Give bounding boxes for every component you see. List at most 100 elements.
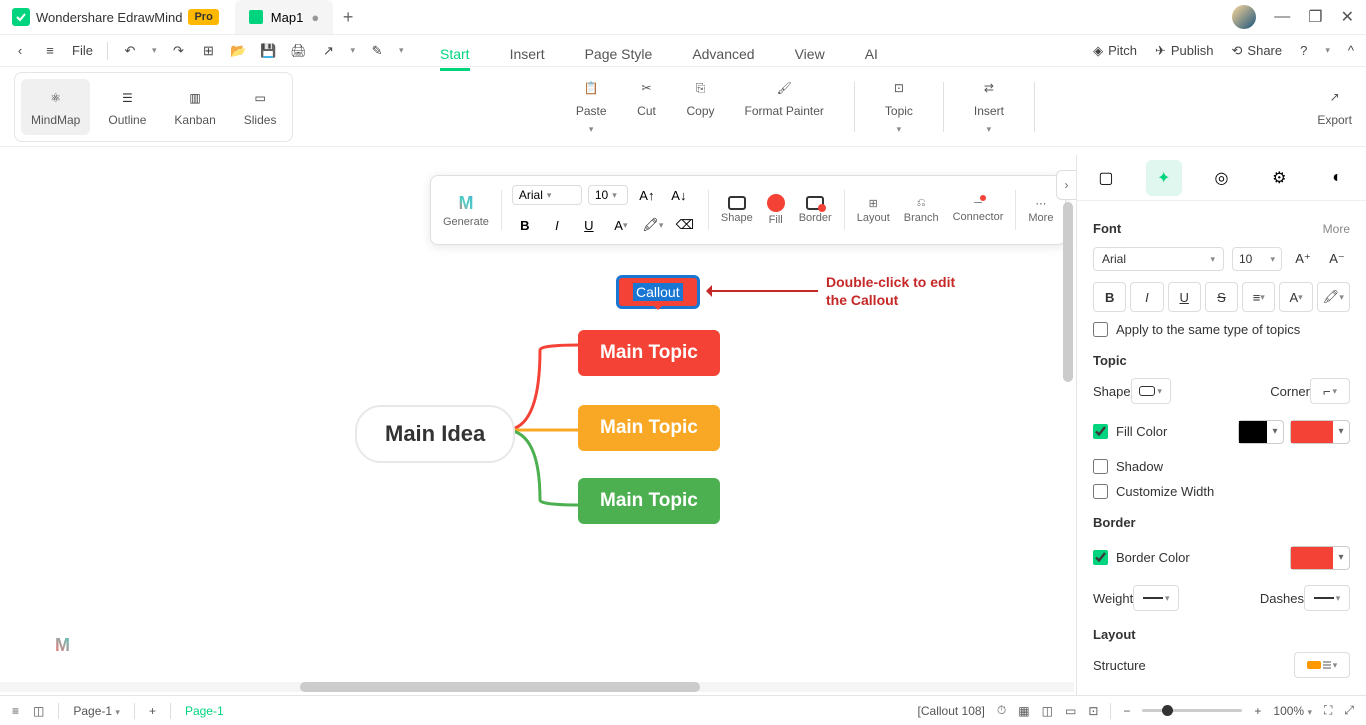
insert-button[interactable]: ⇄Insert▾ bbox=[974, 78, 1004, 135]
topic-node-1[interactable]: Main Topic bbox=[578, 330, 720, 376]
export-button[interactable]: ↗ bbox=[320, 43, 336, 59]
vertical-scrollbar[interactable] bbox=[1063, 202, 1073, 680]
panel-decrease-font[interactable]: A⁻ bbox=[1324, 246, 1350, 272]
topic-node-2[interactable]: Main Topic bbox=[578, 405, 720, 451]
customize-width-check[interactable]: Customize Width bbox=[1093, 484, 1350, 499]
connector-button[interactable]: ─Connector bbox=[947, 197, 1010, 223]
more-button[interactable]: ⋯More bbox=[1022, 197, 1059, 224]
page-select[interactable]: Page-1 ▾ bbox=[73, 704, 120, 718]
corner-select[interactable]: ⌐▾ bbox=[1310, 378, 1350, 404]
format-painter-button[interactable]: 🖌Format Painter bbox=[745, 78, 824, 135]
panel-font-family[interactable]: Arial▾ bbox=[1093, 247, 1224, 271]
copy-button[interactable]: ⎘Copy bbox=[687, 78, 715, 135]
panel-underline[interactable]: U bbox=[1168, 282, 1201, 312]
share-button[interactable]: ⟲Share bbox=[1232, 43, 1283, 59]
timer-icon[interactable]: ⏱ bbox=[997, 703, 1006, 718]
app-tab[interactable]: Wondershare EdrawMind Pro bbox=[0, 0, 231, 34]
font-more[interactable]: More bbox=[1323, 222, 1350, 236]
view-mindmap[interactable]: ⚛MindMap bbox=[21, 79, 90, 135]
font-color-button[interactable]: A▾ bbox=[608, 212, 634, 238]
edit-button[interactable]: ✎ bbox=[369, 43, 385, 59]
redo-button[interactable]: ↷ bbox=[170, 43, 186, 59]
paste-button[interactable]: 📋Paste▾ bbox=[576, 78, 607, 135]
menu-icon[interactable]: ≡ bbox=[42, 43, 58, 59]
panel-align[interactable]: ≡▾ bbox=[1242, 282, 1275, 312]
panel-strike[interactable]: S bbox=[1205, 282, 1238, 312]
panel-tab-history[interactable]: ◐ bbox=[1319, 160, 1355, 196]
panel-tab-outline[interactable]: ▢ bbox=[1088, 160, 1124, 196]
panel-font-color[interactable]: A▾ bbox=[1279, 282, 1312, 312]
add-page-button[interactable]: + bbox=[149, 704, 156, 718]
panel-tab-map[interactable]: ◎ bbox=[1203, 160, 1239, 196]
tab-advanced[interactable]: Advanced bbox=[692, 40, 754, 71]
apply-same-check[interactable]: Apply to the same type of topics bbox=[1093, 322, 1350, 337]
italic-button[interactable]: I bbox=[544, 212, 570, 238]
tab-page-style[interactable]: Page Style bbox=[585, 40, 653, 71]
export-ribbon-button[interactable]: ↗Export bbox=[1317, 87, 1352, 127]
increase-font-button[interactable]: A↑ bbox=[634, 182, 660, 208]
open-button[interactable]: 📂 bbox=[230, 43, 246, 59]
outline-toggle[interactable]: ≡ bbox=[12, 704, 19, 718]
tab-ai[interactable]: AI bbox=[865, 40, 878, 71]
callout-node[interactable]: Callout bbox=[616, 275, 700, 309]
fullscreen-icon[interactable]: ⤢ bbox=[1344, 703, 1354, 718]
branch-button[interactable]: ⎌Branch bbox=[898, 197, 945, 224]
collapse-ribbon-button[interactable]: ^ bbox=[1348, 43, 1354, 58]
tab-insert[interactable]: Insert bbox=[510, 40, 545, 71]
layout-button[interactable]: ⊞Layout bbox=[851, 197, 896, 224]
view-outline[interactable]: ☰Outline bbox=[98, 79, 156, 135]
back-button[interactable]: ‹ bbox=[12, 43, 28, 59]
panel-highlight[interactable]: 🖍▾ bbox=[1317, 282, 1350, 312]
border-button[interactable]: Border bbox=[793, 196, 838, 224]
shadow-check[interactable]: Shadow bbox=[1093, 459, 1350, 474]
decrease-font-button[interactable]: A↓ bbox=[666, 182, 692, 208]
save-button[interactable]: 💾 bbox=[260, 43, 276, 59]
view-kanban[interactable]: ▥Kanban bbox=[164, 79, 225, 135]
file-menu[interactable]: File bbox=[72, 43, 93, 58]
horizontal-scrollbar[interactable] bbox=[0, 682, 1074, 692]
tab-view[interactable]: View bbox=[795, 40, 825, 71]
cut-button[interactable]: ✂Cut bbox=[637, 78, 657, 135]
close-button[interactable]: ✕ bbox=[1341, 7, 1354, 27]
avatar[interactable] bbox=[1232, 5, 1256, 29]
help-button[interactable]: ? bbox=[1300, 43, 1307, 58]
border-color-check[interactable]: Border Color bbox=[1093, 550, 1190, 565]
shape-button[interactable]: Shape bbox=[715, 196, 759, 224]
zoom-in[interactable]: + bbox=[1254, 704, 1261, 718]
panel-italic[interactable]: I bbox=[1130, 282, 1163, 312]
doc-tab[interactable]: Map1 ● bbox=[235, 0, 333, 34]
zoom-out[interactable]: − bbox=[1123, 704, 1130, 718]
border-color-select[interactable]: ▾ bbox=[1290, 546, 1350, 570]
weight-select[interactable]: ▾ bbox=[1133, 585, 1179, 611]
zoom-slider[interactable] bbox=[1142, 709, 1242, 712]
maximize-button[interactable]: ❐ bbox=[1308, 7, 1322, 27]
panel-collapse-button[interactable]: › bbox=[1056, 170, 1076, 200]
active-page[interactable]: Page-1 bbox=[185, 704, 224, 718]
print-button[interactable]: 🖨 bbox=[290, 43, 306, 59]
view-slides[interactable]: ▭Slides bbox=[234, 79, 287, 135]
highlight-button[interactable]: 🖍▾ bbox=[640, 212, 666, 238]
bold-button[interactable]: B bbox=[512, 212, 538, 238]
clear-format-button[interactable]: ⌫ bbox=[672, 212, 698, 238]
structure-select[interactable]: ▾ bbox=[1294, 652, 1350, 678]
panel-toggle[interactable]: ◫ bbox=[33, 704, 44, 718]
font-size-select[interactable]: 10▾ bbox=[588, 185, 628, 205]
underline-button[interactable]: U bbox=[576, 212, 602, 238]
tab-start[interactable]: Start bbox=[440, 40, 470, 71]
font-family-select[interactable]: Arial▾ bbox=[512, 185, 582, 205]
panel-tab-settings[interactable]: ⚙ bbox=[1261, 160, 1297, 196]
zoom-value[interactable]: 100% ▾ bbox=[1273, 704, 1312, 718]
focus-icon[interactable]: ⊡ bbox=[1088, 704, 1098, 718]
topic-button[interactable]: ⊡Topic▾ bbox=[885, 78, 913, 135]
grid-icon[interactable]: ▦ bbox=[1018, 704, 1029, 718]
new-button[interactable]: ⊞ bbox=[200, 43, 216, 59]
panel-bold[interactable]: B bbox=[1093, 282, 1126, 312]
panel-tab-style[interactable]: ✦ bbox=[1146, 160, 1182, 196]
new-tab-button[interactable]: + bbox=[333, 7, 363, 28]
main-idea-node[interactable]: Main Idea bbox=[355, 405, 515, 463]
undo-button[interactable]: ↶ bbox=[122, 43, 138, 59]
generate-button[interactable]: M Generate bbox=[437, 193, 495, 228]
view-icon-2[interactable]: ▭ bbox=[1065, 704, 1076, 718]
minimize-button[interactable]: — bbox=[1274, 8, 1290, 26]
fill-color-check[interactable]: Fill Color bbox=[1093, 424, 1167, 439]
